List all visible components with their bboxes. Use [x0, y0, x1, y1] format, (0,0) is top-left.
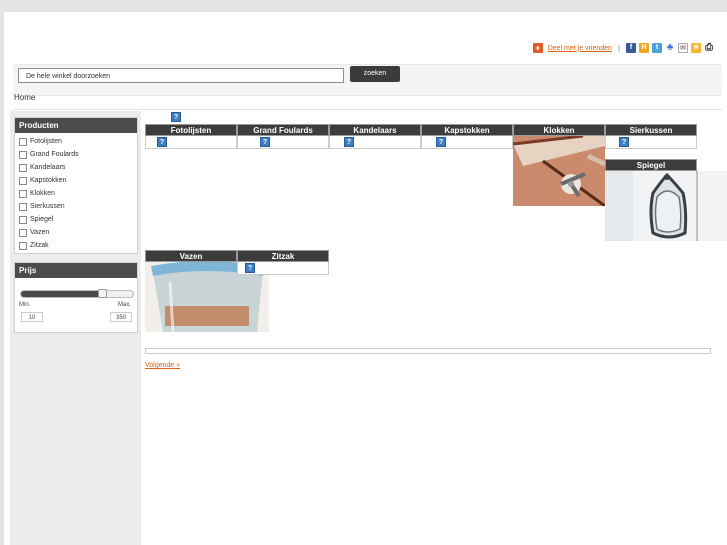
price-filter: Prijs Min. Max. 10 350 — [14, 262, 138, 333]
missing-image-icon[interactable]: ? — [171, 112, 181, 122]
favorite-icon[interactable]: ★ — [691, 43, 701, 53]
product-tile-fotolijsten[interactable]: Fotolijsten ? — [145, 124, 237, 149]
checkbox[interactable] — [19, 228, 27, 237]
category-item[interactable]: Vazen — [15, 226, 137, 239]
category-item[interactable]: Kandelaars — [15, 161, 137, 174]
checkbox[interactable] — [19, 137, 27, 146]
missing-image-icon[interactable]: ? — [245, 263, 255, 273]
category-item[interactable]: Sierkussen — [15, 200, 137, 213]
category-item[interactable]: Kapstokken — [15, 174, 137, 187]
checkbox[interactable] — [19, 189, 27, 198]
print-icon[interactable]: ⎙ — [704, 43, 714, 53]
products-title: Producten — [15, 118, 137, 133]
pagination-bar — [145, 348, 711, 354]
price-max-field[interactable]: 350 — [110, 312, 132, 322]
tile-title[interactable]: Spiegel — [605, 159, 697, 171]
price-min-label: Min. — [19, 302, 31, 308]
product-tile-kandelaars[interactable]: Kandelaars ? — [329, 124, 421, 149]
mirror-product-image[interactable] — [605, 171, 727, 241]
category-item[interactable]: Fotolijsten — [15, 135, 137, 148]
search-input[interactable]: De hele winkel doorzoeken — [18, 68, 344, 83]
product-tile-grand-foulards[interactable]: Grand Foulards ? — [237, 124, 329, 149]
category-item[interactable]: Grand Foulards — [15, 148, 137, 161]
price-max-handle[interactable] — [97, 289, 107, 298]
checkbox[interactable] — [19, 215, 27, 224]
divider — [13, 109, 722, 110]
page-content: + Deel met je vrienden | f H t ♣ ✉ ★ ⎙ D… — [4, 12, 727, 545]
missing-image-icon[interactable]: ? — [436, 137, 446, 147]
product-tile-sierkussen[interactable]: Sierkussen ? — [605, 124, 697, 149]
product-tile-zitzak[interactable]: Zitzak ? — [237, 250, 329, 275]
tile-title[interactable]: Fotolijsten — [145, 124, 237, 136]
breadcrumb: Home — [14, 93, 35, 102]
email-icon[interactable]: ✉ — [678, 43, 688, 53]
category-item[interactable]: Zitzak — [15, 239, 137, 252]
tile-title[interactable]: Kandelaars — [329, 124, 421, 136]
price-max-label: Max. — [117, 302, 131, 308]
product-tile-spiegel[interactable]: Spiegel — [605, 159, 727, 241]
add-share-icon[interactable]: + — [532, 43, 543, 53]
facebook-icon[interactable]: f — [626, 43, 636, 53]
breadcrumb-home[interactable]: Home — [14, 93, 35, 102]
tile-title[interactable]: Klokken — [513, 124, 605, 136]
price-title: Prijs — [15, 263, 137, 278]
tile-title[interactable]: Grand Foulards — [237, 124, 329, 136]
checkbox[interactable] — [19, 150, 27, 159]
product-tile-vazen[interactable]: Vazen — [145, 250, 269, 332]
tile-title[interactable]: Kapstokken — [421, 124, 513, 136]
checkbox[interactable] — [19, 176, 27, 185]
missing-image-icon[interactable]: ? — [260, 137, 270, 147]
search-bar: De hele winkel doorzoeken zoeken — [13, 64, 722, 96]
checkbox[interactable] — [19, 241, 27, 250]
clock-product-image[interactable] — [513, 136, 605, 206]
price-min-field[interactable]: 10 — [21, 312, 43, 322]
msn-icon[interactable]: ♣ — [665, 43, 675, 53]
missing-image-icon[interactable]: ? — [619, 137, 629, 147]
missing-image-icon[interactable]: ? — [344, 137, 354, 147]
share-separator: | — [617, 43, 620, 53]
search-button[interactable]: zoeken — [350, 66, 400, 82]
category-item[interactable]: Klokken — [15, 187, 137, 200]
products-filter: Producten Fotolijsten Grand Foulards Kan… — [14, 117, 138, 254]
next-page-link[interactable]: Volgende » — [145, 362, 180, 369]
missing-image-icon[interactable]: ? — [157, 137, 167, 147]
category-item[interactable]: Spiegel — [15, 213, 137, 226]
tile-title[interactable]: Zitzak — [237, 250, 329, 262]
tile-title[interactable]: Vazen — [145, 250, 237, 262]
hyves-icon[interactable]: H — [639, 43, 649, 53]
checkbox[interactable] — [19, 163, 27, 172]
product-tile-kapstokken[interactable]: Kapstokken ? — [421, 124, 513, 149]
sidebar: Producten Fotolijsten Grand Foulards Kan… — [10, 111, 141, 545]
price-slider[interactable] — [20, 289, 134, 298]
price-range-fill — [21, 291, 102, 297]
tile-title[interactable]: Sierkussen — [605, 124, 697, 136]
share-with-friends-link[interactable]: Deel met je vrienden — [548, 45, 612, 52]
twitter-icon[interactable]: t — [652, 43, 662, 53]
product-tile-klokken[interactable]: Klokken — [513, 124, 605, 206]
share-bar: + Deel met je vrienden | f H t ♣ ✉ ★ ⎙ — [532, 42, 714, 54]
checkbox[interactable] — [19, 202, 27, 211]
